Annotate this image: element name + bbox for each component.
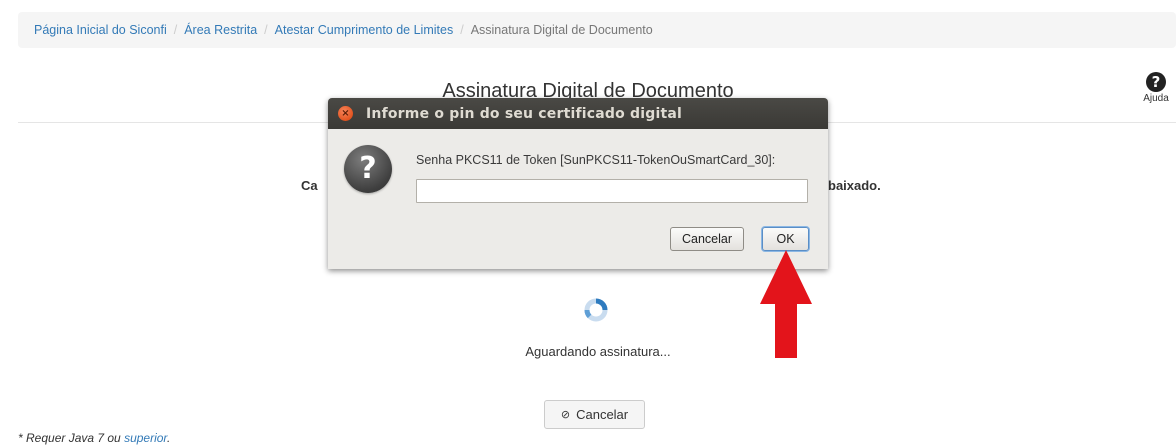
instruction-text-fragment-left: Ca: [301, 178, 318, 193]
question-icon: ?: [344, 145, 392, 193]
dialog-ok-button[interactable]: OK: [762, 227, 809, 251]
pin-dialog: × Informe o pin do seu certificado digit…: [328, 98, 828, 269]
cancel-button-label: Cancelar: [576, 407, 629, 422]
close-icon[interactable]: ×: [338, 106, 353, 121]
dialog-cancel-button[interactable]: Cancelar: [670, 227, 744, 251]
question-circle-icon: ?: [1146, 72, 1166, 92]
waiting-status: Aguardando assinatura...: [525, 344, 671, 359]
red-arrow-up-icon: [760, 250, 812, 358]
java-requirement-note: * Requer Java 7 ou superior.: [18, 431, 170, 445]
help-label: Ajuda: [1143, 93, 1169, 104]
breadcrumb-link-home[interactable]: Página Inicial do Siconfi: [34, 23, 167, 37]
dialog-title: Informe o pin do seu certificado digital: [366, 105, 682, 122]
cancel-button[interactable]: ⊘ Cancelar: [544, 400, 645, 429]
pin-input[interactable]: [416, 179, 808, 203]
dialog-titlebar[interactable]: × Informe o pin do seu certificado digit…: [328, 98, 828, 129]
footnote-link-superior[interactable]: superior: [124, 431, 167, 445]
dialog-message: Senha PKCS11 de Token [SunPKCS11-TokenOu…: [416, 153, 776, 167]
instruction-text-fragment-right: baixado.: [828, 178, 881, 193]
breadcrumb-current: Assinatura Digital de Documento: [470, 23, 653, 37]
breadcrumb-link-limits[interactable]: Atestar Cumprimento de Limites: [275, 23, 454, 37]
breadcrumb-link-restricted-area[interactable]: Área Restrita: [184, 23, 257, 37]
loading-spinner-icon: [584, 298, 608, 322]
footnote-text: * Requer Java 7 ou: [18, 431, 125, 445]
ban-icon: ⊘: [560, 408, 571, 421]
breadcrumb-separator: /: [460, 23, 464, 37]
breadcrumb-separator: /: [264, 23, 268, 37]
footnote-suffix: .: [167, 431, 171, 445]
breadcrumb-separator: /: [173, 23, 178, 37]
help-button[interactable]: ? Ajuda: [1136, 72, 1176, 104]
breadcrumb: Página Inicial do Siconfi / Área Restrit…: [18, 12, 1176, 48]
